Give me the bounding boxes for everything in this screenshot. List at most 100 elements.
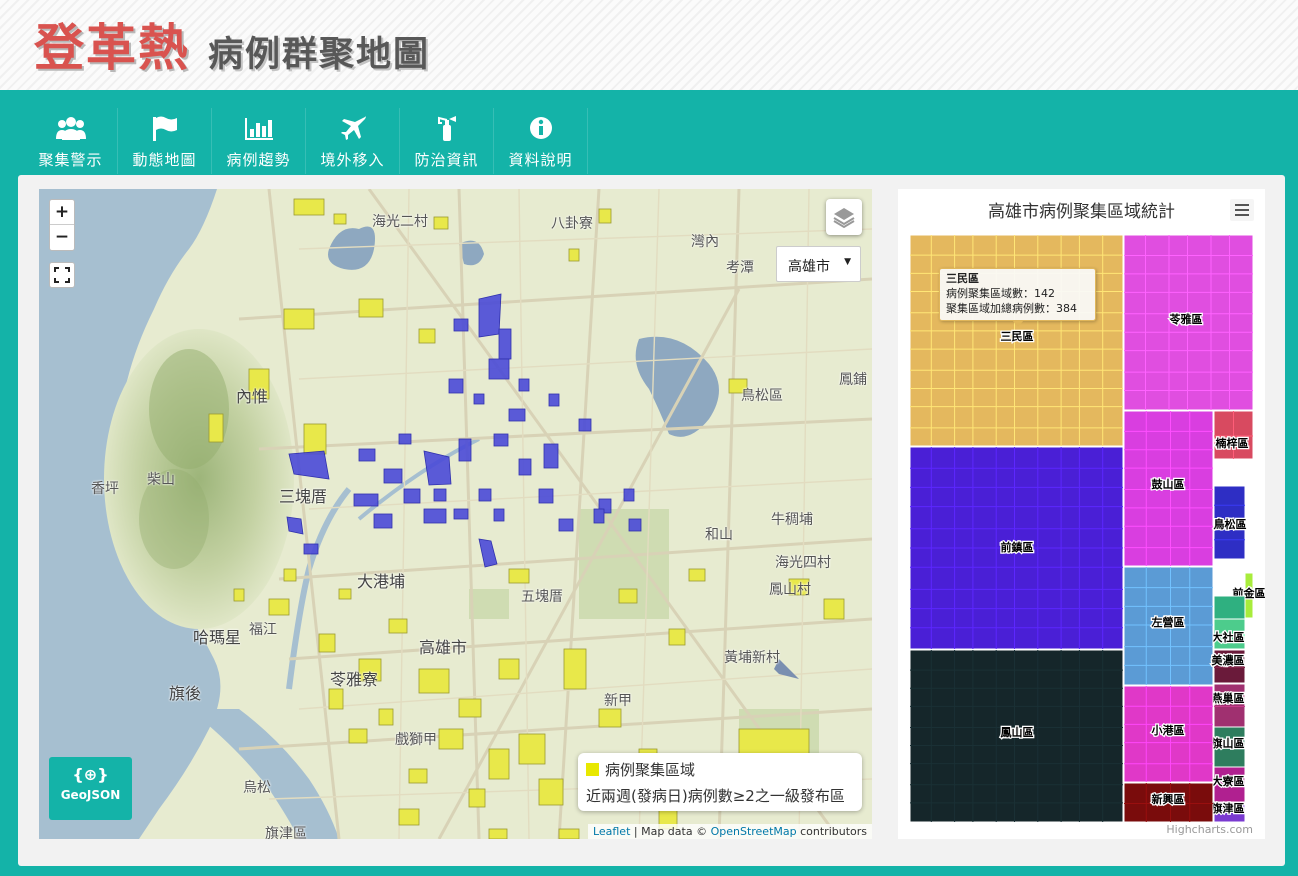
nav-item-imported[interactable]: 境外移入 xyxy=(306,108,400,174)
place-label: 新甲 xyxy=(604,693,632,709)
zoom-in-button[interactable]: + xyxy=(50,200,74,225)
globe-icon: {⊕} xyxy=(72,765,109,784)
cluster-map[interactable]: 海光二村 八卦寮 灣內 考潭 內惟 柴山 香坪 三塊厝 大港埔 哈瑪星 福江 高… xyxy=(39,189,872,839)
treemap-node[interactable]: 大寮區 xyxy=(1210,766,1246,803)
place-label: 考潭 xyxy=(726,260,754,276)
logo-subtitle[interactable]: 病例群聚地圖 xyxy=(208,26,430,77)
map-attribution: Leaflet | Map data © OpenStreetMap contr… xyxy=(587,824,872,839)
treemap-node[interactable]: 苓雅區 xyxy=(1123,234,1254,411)
layers-button[interactable] xyxy=(826,199,862,235)
place-label: 大港埔 xyxy=(357,572,406,591)
place-label: 牛稠埔 xyxy=(771,512,813,528)
nav-label: 聚集警示 xyxy=(38,151,103,169)
place-label: 戲獅甲 xyxy=(395,732,437,748)
nav-label: 病例趨勢 xyxy=(226,151,291,169)
treemap-cell[interactable] xyxy=(1213,683,1246,728)
treemap-node[interactable]: 三民區 xyxy=(909,234,1124,447)
treemap-node[interactable]: 楠梓區 xyxy=(1213,410,1254,460)
zoom-out-button[interactable]: − xyxy=(50,225,74,250)
treemap-node[interactable]: 鼓山區 xyxy=(1123,410,1214,567)
place-label: 旗後 xyxy=(169,684,202,703)
treemap-label: 鼓山區 xyxy=(1152,477,1185,491)
place-label: 八卦寮 xyxy=(551,216,593,232)
treemap-node[interactable]: 鳥松區 xyxy=(1212,485,1248,560)
tooltip-line: 病例聚集區域數：142 xyxy=(946,287,1055,300)
zoom-control: + − xyxy=(49,199,75,251)
place-label: 柴山 xyxy=(147,472,175,488)
treemap-node[interactable]: 旗津區 xyxy=(1210,800,1246,823)
place-label: 苓雅寮 xyxy=(330,670,379,689)
nav-label: 境外移入 xyxy=(320,151,385,169)
treemap-label: 大寮區 xyxy=(1212,774,1245,788)
attribution-text: contributors xyxy=(796,825,867,838)
treemap-label: 前鎮區 xyxy=(1001,540,1034,554)
geojson-button[interactable]: {⊕} GeoJSON xyxy=(49,757,132,820)
city-select[interactable]: 高雄市 ▼ xyxy=(776,246,861,282)
nav-item-cluster-alert[interactable]: 聚集警示 xyxy=(24,108,118,174)
tooltip-title: 三民區 xyxy=(946,272,979,285)
nav-item-prevention[interactable]: 防治資訊 xyxy=(400,108,494,174)
place-label: 福江 xyxy=(249,622,277,638)
treemap-node[interactable]: 小港區 xyxy=(1123,685,1214,783)
info-icon xyxy=(529,117,552,139)
bar-chart-icon xyxy=(244,118,273,140)
tooltip-line: 聚集區域加總病例數：384 xyxy=(946,302,1077,315)
logo-title[interactable]: 登革熱 xyxy=(34,8,190,80)
district-treemap-chart: 高雄市病例聚集區域統計 三民區苓雅區前鎮區鼓山區楠梓區鳥松區前金區梓頭區大社區左… xyxy=(898,189,1265,839)
city-select-value: 高雄市 xyxy=(788,259,830,275)
treemap-label: 鳳山區 xyxy=(1001,725,1034,739)
place-label: 高雄市 xyxy=(419,638,468,657)
treemap-label: 苓雅區 xyxy=(1169,312,1203,326)
treemap-node[interactable]: 鳳山區 xyxy=(909,649,1124,823)
treemap-node[interactable]: 左營區 xyxy=(1123,566,1214,686)
place-label: 烏松 xyxy=(243,780,271,796)
chevron-down-icon: ▼ xyxy=(844,257,851,267)
legend-item-label: 病例聚集區域 xyxy=(605,761,696,779)
chart-credit[interactable]: Highcharts.com xyxy=(1166,823,1253,836)
place-label: 海光四村 xyxy=(775,555,831,571)
treemap-label: 三民區 xyxy=(1001,330,1034,343)
place-label: 五塊厝 xyxy=(521,589,563,605)
place-label: 海光二村 xyxy=(372,214,428,230)
nav-item-case-trend[interactable]: 病例趨勢 xyxy=(212,108,306,174)
site-header: 登革熱 病例群聚地圖 xyxy=(0,0,1298,90)
place-label: 鳥松區 xyxy=(741,388,783,404)
treemap-node[interactable]: 前鎮區 xyxy=(909,446,1124,650)
treemap-label: 旗山區 xyxy=(1212,736,1245,750)
plane-icon xyxy=(340,116,366,140)
treemap-label: 大社區 xyxy=(1212,630,1245,644)
main-nav: 聚集警示 動態地圖 病例趨勢 境外移入 防治資訊 資料說明 xyxy=(24,108,588,174)
treemap-node[interactable]: 燕巢區 xyxy=(1210,683,1246,728)
osm-link[interactable]: OpenStreetMap xyxy=(711,825,797,838)
fire-extinguisher-icon xyxy=(437,116,456,141)
place-label: 旗津區 xyxy=(265,826,307,839)
nav-item-data-info[interactable]: 資料說明 xyxy=(494,108,588,174)
treemap-node[interactable]: 旗山區 xyxy=(1210,726,1246,768)
treemap-node[interactable]: 新興區 xyxy=(1123,782,1214,823)
treemap-label: 鳥松區 xyxy=(1214,517,1247,531)
treemap-label: 燕巢區 xyxy=(1212,691,1245,705)
chart-tooltip: 三民區 病例聚集區域數：142 聚集區域加總病例數：384 xyxy=(939,268,1096,327)
leaflet-link[interactable]: Leaflet xyxy=(593,825,630,838)
nav-label: 防治資訊 xyxy=(414,151,479,169)
legend-swatch xyxy=(586,763,599,776)
geojson-label: GeoJSON xyxy=(60,788,121,802)
place-label: 灣內 xyxy=(691,234,719,250)
treemap-label: 美濃區 xyxy=(1212,653,1245,667)
users-icon xyxy=(55,117,86,140)
nav-item-dynamic-map[interactable]: 動態地圖 xyxy=(118,108,212,174)
fullscreen-button[interactable] xyxy=(49,262,75,288)
place-label: 鳳山村 xyxy=(769,582,811,598)
treemap-label: 小港區 xyxy=(1151,723,1185,737)
nav-label: 資料說明 xyxy=(508,151,573,169)
treemap-node[interactable]: 大社區 xyxy=(1210,618,1246,650)
map-base-layer xyxy=(39,189,872,839)
legend-note: 近兩週(發病日)病例數≥2之一級發布區 xyxy=(586,787,845,805)
treemap-label: 楠梓區 xyxy=(1216,436,1249,450)
place-label: 和山 xyxy=(705,527,733,543)
layers-icon xyxy=(833,208,855,229)
treemap-label: 旗津區 xyxy=(1212,801,1245,815)
attribution-text: | Map data © xyxy=(630,825,711,838)
treemap-node[interactable]: 美濃區 xyxy=(1210,649,1246,684)
place-label: 黃埔新村 xyxy=(724,650,780,666)
